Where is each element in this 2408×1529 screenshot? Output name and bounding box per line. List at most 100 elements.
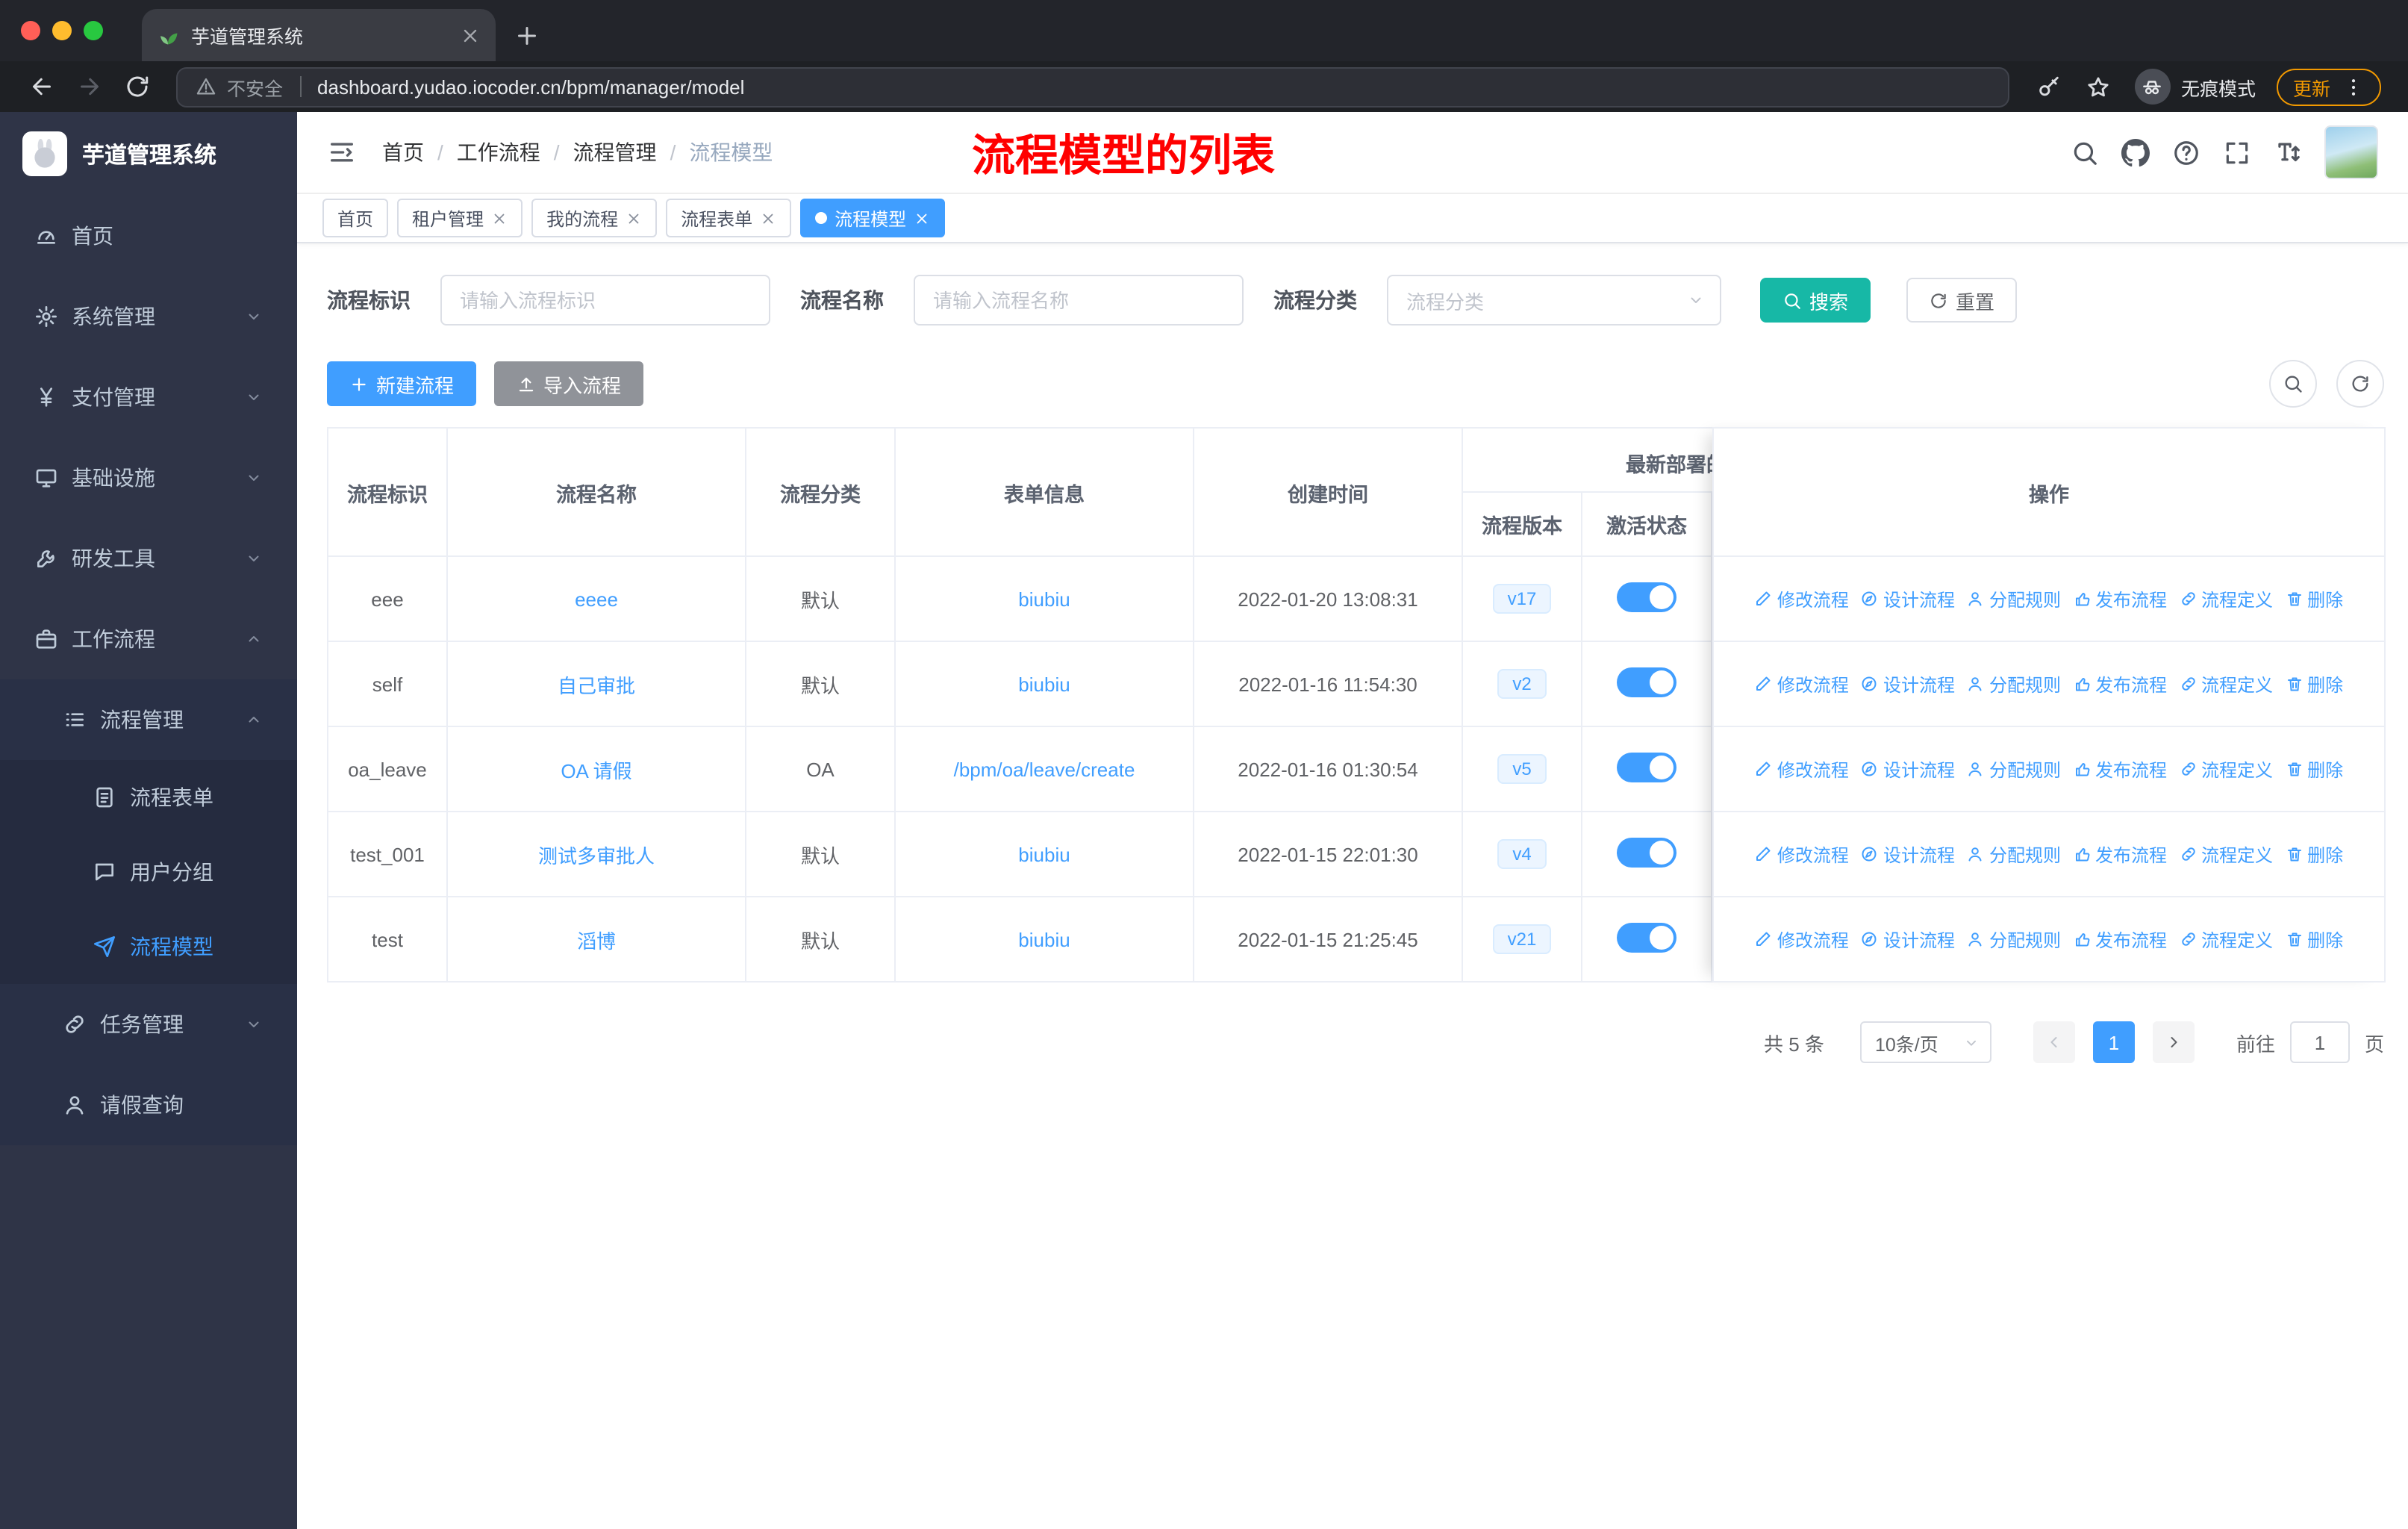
sidebar-item-workflow[interactable]: 工作流程 [0,599,297,679]
action-publish-link[interactable]: 发布流程 [2073,756,2167,782]
incognito-badge[interactable]: 无痕模式 [2134,69,2256,105]
action-design-link[interactable]: 设计流程 [1861,756,1955,782]
action-publish-link[interactable]: 发布流程 [2073,671,2167,697]
action-definition-link[interactable]: 流程定义 [2179,927,2273,952]
action-definition-link[interactable]: 流程定义 [2179,756,2273,782]
prev-page-button[interactable] [2033,1021,2075,1063]
sidebar-item-process-form[interactable]: 流程表单 [0,760,297,835]
password-key-icon[interactable] [2036,74,2062,99]
sidebar-item-user-group[interactable]: 用户分组 [0,835,297,909]
zoom-window-button[interactable] [84,21,103,40]
reload-button[interactable] [124,73,151,100]
form-info-link[interactable]: /bpm/oa/leave/create [954,758,1135,780]
sidebar-item-process-model[interactable]: 流程模型 [0,909,297,984]
create-process-button[interactable]: 新建流程 [327,361,477,406]
sidebar-fold-icon[interactable] [327,137,357,167]
process-name-input[interactable] [914,275,1244,326]
action-definition-link[interactable]: 流程定义 [2179,841,2273,867]
new-tab-button[interactable] [514,22,540,49]
action-edit-link[interactable]: 修改流程 [1755,756,1849,782]
tag-view-流程模型[interactable]: 流程模型 [800,199,946,237]
font-size-icon[interactable] [2274,138,2302,166]
search-button[interactable]: 搜索 [1760,278,1871,323]
breadcrumb-item[interactable]: 流程管理 [573,137,657,167]
process-category-select[interactable]: 流程分类 [1387,275,1721,326]
action-edit-link[interactable]: 修改流程 [1755,927,1849,952]
action-assign-link[interactable]: 分配规则 [1967,671,2061,697]
page-number-button[interactable]: 1 [2092,1021,2135,1063]
close-icon[interactable] [626,210,642,226]
action-delete-link[interactable]: 删除 [2285,756,2343,782]
refresh-table-button[interactable] [2336,360,2384,408]
import-process-button[interactable]: 导入流程 [494,361,644,406]
process-name-link[interactable]: OA 请假 [561,759,631,782]
form-info-link[interactable]: biubiu [1018,588,1070,610]
show-search-button[interactable] [2269,360,2317,408]
active-status-toggle[interactable] [1617,582,1676,611]
security-warning-icon[interactable] [196,76,216,97]
minimize-window-button[interactable] [52,21,72,40]
address-bar[interactable]: 不安全 dashboard.yudao.iocoder.cn/bpm/manag… [176,66,2009,107]
form-info-link[interactable]: biubiu [1018,673,1070,695]
reset-button[interactable]: 重置 [1906,278,2018,323]
action-publish-link[interactable]: 发布流程 [2073,586,2167,611]
form-info-link[interactable]: biubiu [1018,928,1070,950]
browser-menu-dots-icon[interactable] [2342,75,2365,98]
browser-tab[interactable]: 芋道管理系统 [142,9,496,61]
page-size-select[interactable]: 10条/页 [1859,1021,1991,1063]
active-status-toggle[interactable] [1617,667,1676,697]
tab-close-icon[interactable] [460,25,481,46]
breadcrumb-item[interactable]: 首页 [382,137,424,167]
close-icon[interactable] [760,210,776,226]
help-icon[interactable] [2172,138,2200,166]
action-assign-link[interactable]: 分配规则 [1967,756,2061,782]
tag-view-我的流程[interactable]: 我的流程 [531,199,658,237]
active-status-toggle[interactable] [1617,752,1676,782]
sidebar-item-infra[interactable]: 基础设施 [0,437,297,518]
sidebar-item-leave-query[interactable]: 请假查询 [0,1065,297,1145]
action-design-link[interactable]: 设计流程 [1861,586,1955,611]
fullscreen-icon[interactable] [2223,138,2251,166]
close-icon[interactable] [914,210,930,226]
breadcrumb-item[interactable]: 工作流程 [457,137,540,167]
action-delete-link[interactable]: 删除 [2285,927,2343,952]
form-info-link[interactable]: biubiu [1018,843,1070,865]
process-name-link[interactable]: 自己审批 [558,674,635,697]
bookmark-star-icon[interactable] [2086,74,2111,99]
action-assign-link[interactable]: 分配规则 [1967,927,2061,952]
action-edit-link[interactable]: 修改流程 [1755,671,1849,697]
back-button[interactable] [28,73,55,100]
action-design-link[interactable]: 设计流程 [1861,671,1955,697]
next-page-button[interactable] [2152,1021,2195,1063]
close-window-button[interactable] [21,21,40,40]
active-status-toggle[interactable] [1617,837,1676,867]
search-icon[interactable] [2071,138,2099,166]
sidebar-item-task-manage[interactable]: 任务管理 [0,984,297,1065]
process-name-link[interactable]: eeee [575,588,618,610]
action-delete-link[interactable]: 删除 [2285,586,2343,611]
sidebar-item-payment[interactable]: 支付管理 [0,357,297,437]
sidebar-item-home[interactable]: 首页 [0,196,297,276]
action-edit-link[interactable]: 修改流程 [1755,586,1849,611]
action-edit-link[interactable]: 修改流程 [1755,841,1849,867]
sidebar-item-process-manage[interactable]: 流程管理 [0,679,297,760]
active-status-toggle[interactable] [1617,922,1676,952]
action-publish-link[interactable]: 发布流程 [2073,841,2167,867]
sidebar-item-devtools[interactable]: 研发工具 [0,518,297,599]
process-id-input[interactable] [440,275,770,326]
action-definition-link[interactable]: 流程定义 [2179,586,2273,611]
close-icon[interactable] [491,210,508,226]
action-design-link[interactable]: 设计流程 [1861,841,1955,867]
action-delete-link[interactable]: 删除 [2285,841,2343,867]
tag-view-租户管理[interactable]: 租户管理 [397,199,523,237]
action-publish-link[interactable]: 发布流程 [2073,927,2167,952]
action-design-link[interactable]: 设计流程 [1861,927,1955,952]
user-avatar[interactable] [2324,125,2378,179]
action-definition-link[interactable]: 流程定义 [2179,671,2273,697]
process-name-link[interactable]: 滔博 [577,929,616,952]
goto-page-input[interactable] [2289,1021,2350,1063]
browser-update-button[interactable]: 更新 [2276,68,2381,105]
tag-view-首页[interactable]: 首页 [322,199,389,237]
process-name-link[interactable]: 测试多审批人 [538,844,655,867]
sidebar-item-system[interactable]: 系统管理 [0,276,297,357]
